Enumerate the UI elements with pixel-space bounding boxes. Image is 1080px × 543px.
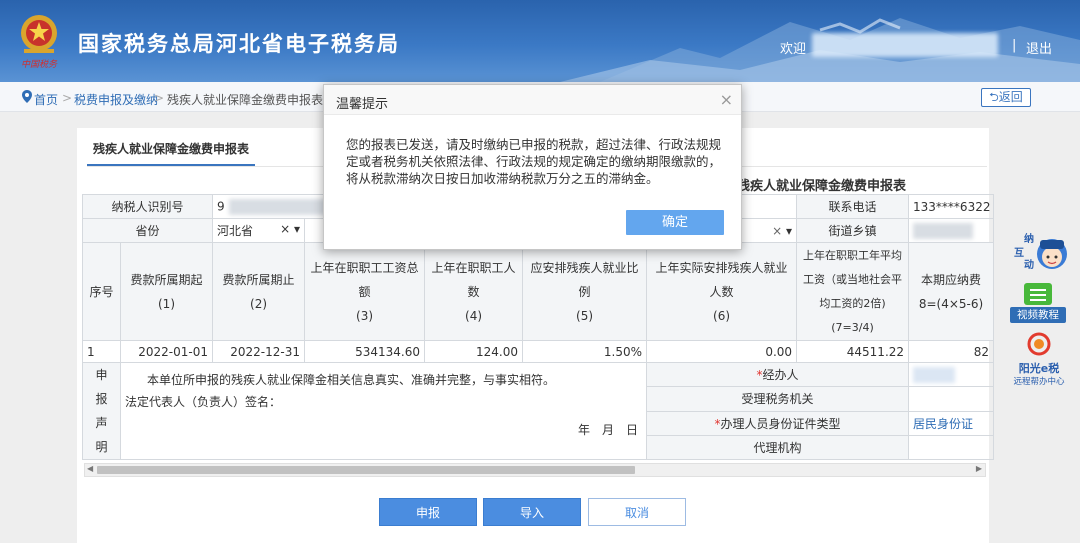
return-icon: ⮌ <box>989 90 999 104</box>
welcome-text: 欢迎 <box>780 42 807 57</box>
document-list-icon <box>1024 283 1052 305</box>
tax-office-label: 受理税务机关 <box>646 386 910 412</box>
col-header-wage-total: 上年在职职工工资总额 (3) <box>304 242 426 341</box>
tax-office-value[interactable] <box>908 386 995 412</box>
col-header-period-start: 费款所属期起 (1) <box>119 242 214 341</box>
video-tutorial-label: 视频教程 <box>1010 307 1066 323</box>
declaration-side-label: 申报声明 <box>82 362 121 460</box>
logout-link[interactable]: 退出 <box>1026 38 1052 57</box>
col-header-ratio: 应安排残疾人就业比例 (5) <box>522 242 648 341</box>
cell-period-end[interactable]: 2022-12-31 <box>212 340 306 363</box>
header-separator: | <box>1012 38 1017 53</box>
declaration-statement: 本单位所申报的残疾人就业保障金相关信息真实、准确并完整，与事实相符。 <box>147 373 556 387</box>
street-value[interactable] <box>908 218 995 243</box>
svg-text:动: 动 <box>1024 258 1034 271</box>
operator-label: *经办人 <box>646 361 910 388</box>
dialog-header: 温馨提示 × <box>324 85 741 115</box>
signature-date: 年 月 日 <box>578 423 639 437</box>
video-tutorial-widget[interactable]: 视频教程 <box>1010 281 1066 325</box>
svg-text:中国税务: 中国税务 <box>21 59 58 70</box>
remote-help-widget[interactable]: 阳光e税 远程帮办中心 <box>1010 330 1068 387</box>
col-header-payable: 本期应纳费 8=(4×5-6) <box>908 242 995 341</box>
user-name-redacted <box>812 33 998 57</box>
breadcrumb-home[interactable]: 首页 <box>34 91 58 108</box>
submit-button[interactable]: 申报 <box>379 498 477 526</box>
back-button[interactable]: ⮌返回 <box>981 88 1031 107</box>
cell-ratio: 1.50% <box>522 340 648 363</box>
street-label: 街道乡镇 <box>796 218 910 243</box>
clear-icon[interactable]: × <box>772 224 782 238</box>
chevron-down-icon[interactable]: ▾ <box>786 224 792 238</box>
import-button[interactable]: 导入 <box>483 498 581 526</box>
col-header-avg-wage: 上年在职职工年平均工资（或当地社会平均工资的2倍) (7=3/4) <box>796 242 910 341</box>
cell-wage-total[interactable]: 534134.60 <box>304 340 426 363</box>
agency-label: 代理机构 <box>646 434 910 461</box>
col-header-disabled-count: 上年实际安排残疾人就业人数 (6) <box>646 242 798 341</box>
province-select[interactable]: 河北省 × ▾ <box>212 218 306 243</box>
phone-value: 133****6322 <box>908 194 995 219</box>
taxpayer-id-label: 纳税人识别号 <box>81 194 214 219</box>
cell-period-start[interactable]: 2022-01-01 <box>119 340 214 363</box>
location-pin-icon <box>22 90 32 103</box>
remote-help-subtitle: 远程帮办中心 <box>1013 377 1065 387</box>
id-type-select[interactable]: 居民身份证 <box>908 410 995 436</box>
col-header-period-end: 费款所属期止 (2) <box>212 242 306 341</box>
tab-disability-fund-form[interactable]: 残疾人就业保障金缴费申报表 <box>87 140 255 166</box>
scroll-thumb[interactable] <box>97 466 635 474</box>
svg-text:互: 互 <box>1014 247 1024 259</box>
tax-emblem-logo: 中国税务 <box>21 15 58 70</box>
signature-label: 法定代表人（负责人）签名： <box>125 395 282 409</box>
back-button-label: 返回 <box>998 90 1023 104</box>
cell-disabled-count[interactable]: 0.00 <box>646 340 798 363</box>
horizontal-scrollbar[interactable]: ◀ ▶ <box>84 463 986 477</box>
col-header-seq: 序号 <box>82 242 121 341</box>
operator-redacted <box>913 366 956 383</box>
site-title: 国家税务总局河北省电子税务局 <box>78 32 400 56</box>
breadcrumb-arrow: > <box>62 91 73 105</box>
chevron-down-icon[interactable]: ▾ <box>294 222 300 236</box>
dialog-message: 您的报表已发送，请及时缴纳已申报的税款，超过法律、行政法规规定或者税务机关依照法… <box>346 137 722 186</box>
form-title: 残疾人就业保障金缴费申报表 <box>737 179 907 194</box>
tax-interaction-widget[interactable]: 纳 互 动 <box>1010 226 1068 280</box>
cell-seq: 1 <box>82 340 121 363</box>
breadcrumb-current: 残疾人就业保障金缴费申报表 <box>167 93 324 107</box>
declaration-statement-cell: 本单位所申报的残疾人就业保障金相关信息真实、准确并完整，与事实相符。 法定代表人… <box>119 362 648 460</box>
clear-icon[interactable]: × <box>280 222 290 236</box>
top-header: 中国税务 国家税务总局河北省电子税务局 欢迎 | 退出 <box>0 0 1080 82</box>
breadcrumb-tax-filing[interactable]: 税费申报及缴纳 <box>74 91 158 108</box>
close-icon[interactable]: × <box>720 90 733 109</box>
notice-dialog: 温馨提示 × 您的报表已发送，请及时缴纳已申报的税款，超过法律、行政法规规定或者… <box>323 84 742 250</box>
remote-help-title: 阳光e税 <box>1018 362 1060 375</box>
taxpayer-id-prefix: 9 <box>217 199 225 213</box>
police-mascot-icon: 纳 互 动 <box>1014 232 1067 271</box>
column-header-row: 序号 费款所属期起 (1) 费款所属期止 (2) 上年在职职工工资总额 (3) 上年在… <box>82 242 995 341</box>
table-row: 1 2022-01-01 2022-12-31 534134.60 124.00… <box>82 340 995 363</box>
cell-avg-wage: 44511.22 <box>796 340 910 363</box>
scroll-left-icon[interactable]: ◀ <box>87 464 93 473</box>
breadcrumb-arrow: > <box>154 91 165 105</box>
province-value: 河北省 <box>217 224 254 238</box>
phone-label: 联系电话 <box>796 194 910 219</box>
province-label: 省份 <box>81 218 214 243</box>
svg-text:纳: 纳 <box>1024 232 1034 245</box>
sunshine-e-tax-logo-icon <box>1027 332 1051 356</box>
cell-staff-count[interactable]: 124.00 <box>424 340 524 363</box>
street-redacted <box>913 222 974 239</box>
cell-payable: 82 <box>908 340 995 363</box>
dialog-title: 温馨提示 <box>336 97 389 112</box>
operator-value[interactable] <box>908 361 995 388</box>
confirm-button[interactable]: 确定 <box>626 210 724 235</box>
id-type-label: *办理人员身份证件类型 <box>646 410 910 436</box>
scroll-right-icon[interactable]: ▶ <box>976 464 982 473</box>
agency-value[interactable] <box>908 434 995 461</box>
cancel-button[interactable]: 取消 <box>588 498 686 526</box>
col-header-staff-count: 上年在职职工人数 (4) <box>424 242 524 341</box>
